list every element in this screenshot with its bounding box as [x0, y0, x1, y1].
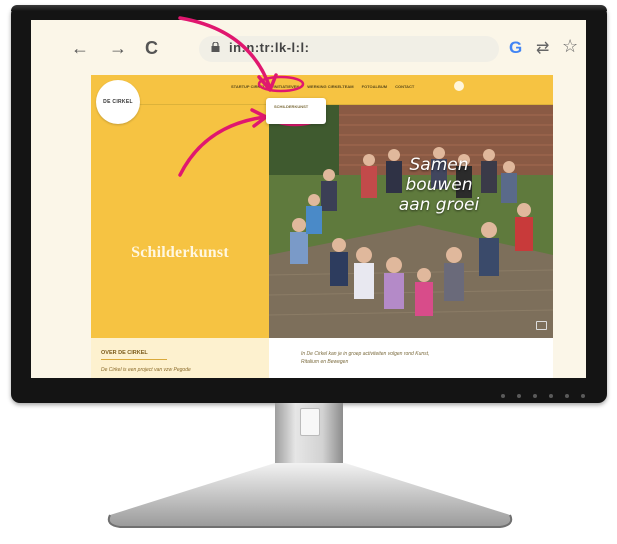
monitor-button[interactable]: [581, 394, 585, 398]
about-text: De Cirkel is een project van vzw Pegode: [101, 367, 191, 373]
hero-photo: Samen bouwen aan groei: [269, 105, 553, 338]
about-panel: OVER DE CIRKEL De Cirkel is een project …: [91, 338, 269, 378]
url-text: in:n:tr:lk-l:l:: [229, 40, 310, 55]
main-menu: STARTUP CIRKEL INITIATIEVEN WERKING CIRK…: [231, 84, 414, 89]
hero-title: Schilderkunst: [131, 244, 229, 261]
slogan-line-1: Samen: [409, 155, 469, 175]
bookmark-star-icon[interactable]: ☆: [562, 36, 578, 57]
photo-slogan: Samen bouwen aan groei: [379, 155, 499, 215]
menu-item-contact[interactable]: CONTACT: [395, 84, 414, 89]
monitor: ← → C in:n:tr:lk-l:l: G ⇄ ☆ DE CIRKEL ST…: [11, 5, 607, 403]
menu-search-icon[interactable]: [454, 81, 464, 91]
about-title: OVER DE CIRKEL: [101, 350, 148, 356]
menu-item-werking[interactable]: WERKING CIRKELTEAM: [307, 84, 353, 89]
monitor-button[interactable]: [517, 394, 521, 398]
slogan-line-3: aan groei: [398, 195, 480, 215]
menu-item-initiatieven[interactable]: INITIATIEVEN: [274, 84, 300, 89]
dropdown-menu: SCHILDERKUNST: [266, 98, 326, 124]
logo-text: DE CIRKEL: [103, 99, 133, 105]
dropdown-item-schilderkunst[interactable]: SCHILDERKUNST: [274, 104, 308, 109]
bezel-highlight: [11, 5, 607, 11]
intro-text: In De Cirkel kan je in groep activiteite…: [301, 350, 531, 366]
monitor-button[interactable]: [533, 394, 537, 398]
photo-caption-icon: [536, 321, 547, 330]
slogan-line-2: bouwen: [405, 175, 473, 195]
monitor-buttons: [501, 394, 585, 398]
reload-icon[interactable]: C: [145, 38, 158, 58]
google-icon[interactable]: G: [509, 38, 522, 58]
group-photo-image: [269, 105, 553, 338]
about-underline: [101, 359, 167, 360]
site-logo[interactable]: DE CIRKEL: [96, 80, 140, 124]
browser-toolbar: ← → C in:n:tr:lk-l:l: G ⇄ ☆: [71, 28, 578, 72]
stand-cable-slot: [300, 408, 320, 436]
menu-item-startup[interactable]: STARTUP CIRKEL: [231, 84, 266, 89]
monitor-stand-base: [107, 463, 513, 528]
website-viewport: DE CIRKEL STARTUP CIRKEL INITIATIEVEN WE…: [91, 75, 553, 378]
intro-line-1: In De Cirkel kan je in groep activiteite…: [301, 351, 430, 357]
address-bar[interactable]: in:n:tr:lk-l:l:: [199, 36, 499, 62]
monitor-button[interactable]: [501, 394, 505, 398]
hero-yellow-panel: Schilderkunst: [91, 105, 269, 338]
back-arrow-icon[interactable]: ←: [71, 38, 89, 58]
share-icon[interactable]: ⇄: [536, 38, 549, 58]
monitor-button[interactable]: [549, 394, 553, 398]
intro-line-2: Ritalium en Bewegen: [301, 359, 349, 365]
monitor-screen: ← → C in:n:tr:lk-l:l: G ⇄ ☆ DE CIRKEL ST…: [31, 20, 586, 378]
monitor-button[interactable]: [565, 394, 569, 398]
menu-item-fotoalbum[interactable]: FOTOALBUM: [362, 84, 387, 89]
intro-panel: In De Cirkel kan je in groep activiteite…: [269, 338, 553, 378]
forward-arrow-icon[interactable]: →: [109, 38, 127, 58]
lock-icon: [211, 42, 220, 52]
